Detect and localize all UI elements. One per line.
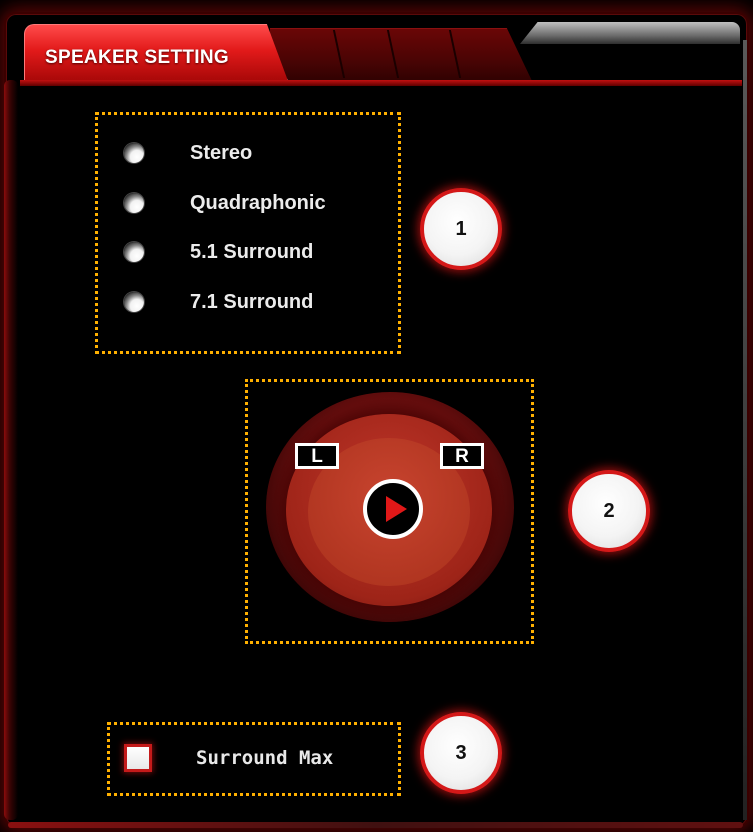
callout-1: 1 [420,188,502,270]
radio-label: Quadraphonic [190,191,326,214]
bottom-edge [8,822,743,828]
surround-max-label: Surround Max [196,747,334,769]
left-speaker-button[interactable]: L [295,443,339,469]
radio-button[interactable] [124,143,144,163]
tab-baseline [20,80,742,86]
callout-3: 3 [420,712,502,794]
radio-button[interactable] [124,242,144,262]
radio-option-quadraphonic[interactable]: Quadraphonic [124,188,326,218]
speaker-test-area: L R [262,390,518,630]
radio-option-7-1-surround[interactable]: 7.1 Surround [124,287,313,317]
tab-speaker-setting-label: SPEAKER SETTING [45,47,229,68]
left-speaker-label: L [311,445,323,467]
right-speaker-button[interactable]: R [440,443,484,469]
radio-button[interactable] [124,193,144,213]
tab-strip-end [490,28,532,81]
right-speaker-label: R [455,445,469,467]
tab-speaker-setting[interactable]: SPEAKER SETTING [24,24,288,81]
play-test-button[interactable] [363,479,423,539]
surround-max-option[interactable]: Surround Max [124,740,333,776]
tab-3[interactable] [350,28,422,81]
radio-label: 7.1 Surround [190,290,314,313]
play-icon [386,496,407,522]
tab-bar: SPEAKER SETTING [20,22,740,84]
speaker-settings-panel: SPEAKER SETTING Stereo Quadraphonic 5.1 … [0,0,753,832]
radio-label: 5.1 Surround [190,240,314,263]
radio-label: Stereo [190,141,253,164]
callout-2: 2 [568,470,650,552]
surround-max-checkbox[interactable] [124,744,152,772]
left-glow-edge [4,80,18,820]
radio-option-stereo[interactable]: Stereo [124,138,252,168]
right-edge [743,40,747,820]
tab-strip-tail [520,22,740,44]
radio-option-5-1-surround[interactable]: 5.1 Surround [124,237,313,267]
radio-button[interactable] [124,292,144,312]
